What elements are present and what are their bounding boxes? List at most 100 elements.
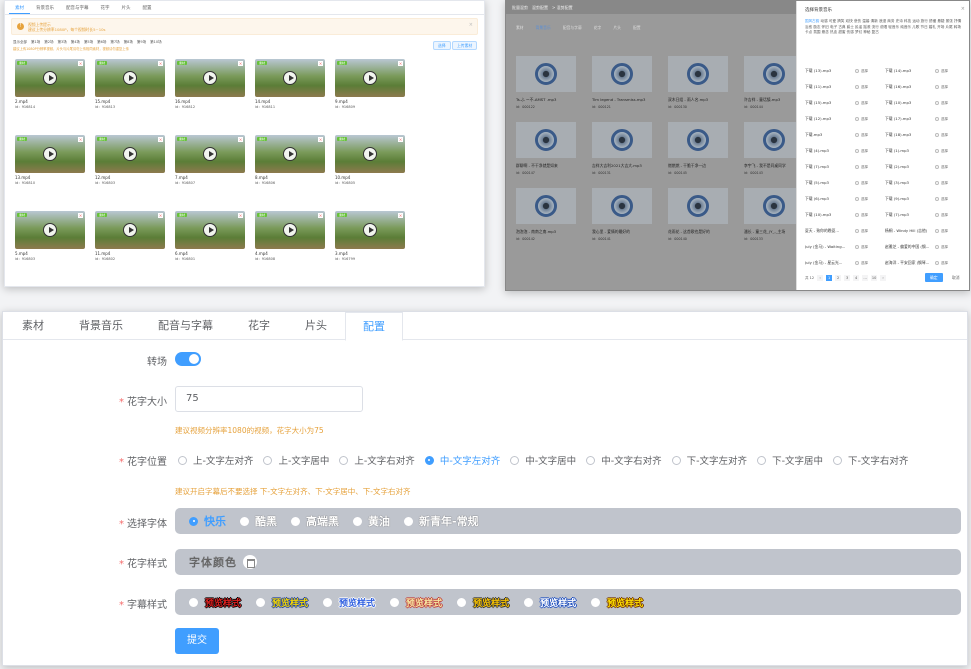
play-icon[interactable] <box>363 223 377 237</box>
transition-toggle[interactable] <box>175 352 201 366</box>
music-option[interactable]: 下载 (10).mp3 选择 <box>805 212 885 218</box>
tab-intro[interactable]: 片头 <box>613 25 621 31</box>
close-icon[interactable]: × <box>961 6 965 12</box>
music-card[interactable]: 潘长 - 童三花_(Y_-_主场 id：000133 <box>744 188 804 241</box>
tab-dubbing[interactable]: 配音与字幕 <box>60 1 95 14</box>
music-option[interactable]: 下载 (9).mp3 选择 <box>885 196 965 202</box>
scene-filter[interactable]: 第6场 <box>97 40 106 45</box>
music-option[interactable]: 下载 (4).mp3 选择 <box>805 148 885 154</box>
music-option[interactable]: 下载 (13).mp3 选择 <box>805 68 885 74</box>
music-option-select[interactable]: 选择 <box>861 101 868 106</box>
play-icon[interactable] <box>203 71 217 85</box>
subtitle-style-radio[interactable]: 预览样式 <box>591 596 644 609</box>
font-radio[interactable]: 酷黑 <box>240 513 277 529</box>
font-radio[interactable]: 新青年-常规 <box>404 513 479 529</box>
video-card[interactable]: 素材 × 5.mp4 id：916803 <box>15 211 85 261</box>
radio-icon[interactable] <box>935 181 939 185</box>
video-card[interactable]: 素材 × 13.mp4 id：916810 <box>15 135 85 185</box>
radio-icon[interactable] <box>935 149 939 153</box>
music-option-select[interactable]: 选择 <box>861 69 868 74</box>
video-thumbnail[interactable]: 素材 × <box>95 59 165 97</box>
play-icon[interactable] <box>43 71 57 85</box>
music-option[interactable]: 下载 (3).mp3 选择 <box>885 180 965 186</box>
video-card[interactable]: 素材 × 2.mp4 id：916814 <box>15 59 85 109</box>
subtitle-style-radio[interactable]: 预览样式 <box>323 596 376 609</box>
video-card[interactable]: 素材 × 12.mp4 id：916803 <box>95 135 165 185</box>
scene-filter[interactable]: 第1场 <box>31 40 40 45</box>
category-item[interactable]: 动感 <box>821 19 829 23</box>
radio-icon[interactable] <box>935 229 939 233</box>
music-option-select[interactable]: 选择 <box>861 261 868 266</box>
scene-filter[interactable]: 第8场 <box>124 40 133 45</box>
video-thumbnail[interactable]: 素材 × <box>15 211 85 249</box>
category-item[interactable]: 运动 <box>912 19 920 23</box>
category-item[interactable]: 史诗 <box>896 19 904 23</box>
tab-material[interactable]: 素材 <box>5 312 62 339</box>
play-icon[interactable] <box>283 71 297 85</box>
prev-page-icon[interactable]: ‹ <box>817 275 824 281</box>
music-option[interactable]: 下载 (6).mp3 选择 <box>805 196 885 202</box>
music-option[interactable]: 下载 (16).mp3 选择 <box>885 84 965 90</box>
font-radio[interactable]: 高端黑 <box>291 513 339 529</box>
tab-bgm[interactable]: 背景音乐 <box>62 312 141 339</box>
category-item[interactable]: 温馨 <box>862 19 870 23</box>
position-radio[interactable]: 下-文字左对齐 <box>671 453 747 467</box>
play-icon[interactable] <box>43 147 57 161</box>
music-option-select[interactable]: 选择 <box>861 117 868 122</box>
subtitle-style-radio[interactable]: 预览样式 <box>189 596 242 609</box>
scene-filter[interactable]: 第2场 <box>44 40 53 45</box>
video-thumbnail[interactable]: 素材 × <box>95 211 165 249</box>
radio-icon[interactable] <box>935 101 939 105</box>
page-number[interactable]: … <box>862 275 869 281</box>
video-card[interactable]: 素材 × 6.mp4 id：916801 <box>175 211 245 261</box>
radio-icon[interactable] <box>855 85 859 89</box>
radio-icon[interactable] <box>935 245 939 249</box>
radio-icon[interactable] <box>855 165 859 169</box>
tab-huazi[interactable]: 花字 <box>594 25 602 31</box>
font-color-chip[interactable]: 字体颜色 <box>189 554 237 570</box>
subtitle-style-radio[interactable]: 预览样式 <box>457 596 510 609</box>
delete-icon[interactable]: × <box>78 137 83 142</box>
music-option-select[interactable]: 选择 <box>941 229 948 234</box>
position-radio[interactable]: 中-文字左对齐 <box>424 453 500 467</box>
scene-filter[interactable]: 第9场 <box>137 40 146 45</box>
position-radio[interactable]: 中-文字右对齐 <box>586 453 662 467</box>
music-option[interactable]: July (金马) - Waiting... 选择 <box>805 244 885 250</box>
delete-icon[interactable]: × <box>318 213 323 218</box>
video-thumbnail[interactable]: 素材 × <box>175 59 245 97</box>
category-item[interactable]: 搞笑 <box>837 19 845 23</box>
delete-icon[interactable]: × <box>78 61 83 66</box>
music-option-select[interactable]: 选择 <box>861 197 868 202</box>
tab-material[interactable]: 素材 <box>516 25 524 31</box>
page-number[interactable]: 3 <box>844 275 851 281</box>
video-thumbnail[interactable]: 素材 × <box>255 211 325 249</box>
delete-icon[interactable]: × <box>318 61 323 66</box>
submit-button[interactable]: 提交 <box>175 628 219 654</box>
radio-icon[interactable] <box>855 229 859 233</box>
radio-icon[interactable] <box>855 213 859 217</box>
scene-filter[interactable]: 第5场 <box>84 40 93 45</box>
position-radio[interactable]: 上-文字左对齐 <box>178 453 253 467</box>
video-thumbnail[interactable]: 素材 × <box>255 135 325 173</box>
delete-icon[interactable]: × <box>238 213 243 218</box>
music-option-select[interactable]: 选择 <box>941 165 948 170</box>
video-card[interactable]: 素材 × 14.mp4 id：916811 <box>255 59 325 109</box>
tab-material[interactable]: 素材 <box>9 1 30 14</box>
tab-config[interactable]: 配置 <box>345 312 403 341</box>
music-option-select[interactable]: 选择 <box>861 229 868 234</box>
music-option-select[interactable]: 选择 <box>941 101 948 106</box>
delete-icon[interactable]: × <box>318 137 323 142</box>
play-icon[interactable] <box>363 147 377 161</box>
tab-bgm[interactable]: 背景音乐 <box>30 1 60 14</box>
subtitle-style-radio[interactable]: 预览样式 <box>524 596 577 609</box>
scene-filter[interactable]: 第10场 <box>150 40 161 45</box>
delete-icon[interactable]: × <box>158 213 163 218</box>
video-card[interactable]: 素材 × 9.mp4 id：916809 <box>335 59 405 109</box>
play-icon[interactable] <box>123 223 137 237</box>
play-icon[interactable] <box>283 223 297 237</box>
delete-icon[interactable]: × <box>78 213 83 218</box>
radio-icon[interactable] <box>935 197 939 201</box>
video-card[interactable]: 素材 × 8.mp4 id：916806 <box>255 135 325 185</box>
music-card[interactable]: 双木日组 - 雨人名.mp3 id：000130 <box>668 56 728 109</box>
font-size-input[interactable]: 75 <box>175 386 363 412</box>
